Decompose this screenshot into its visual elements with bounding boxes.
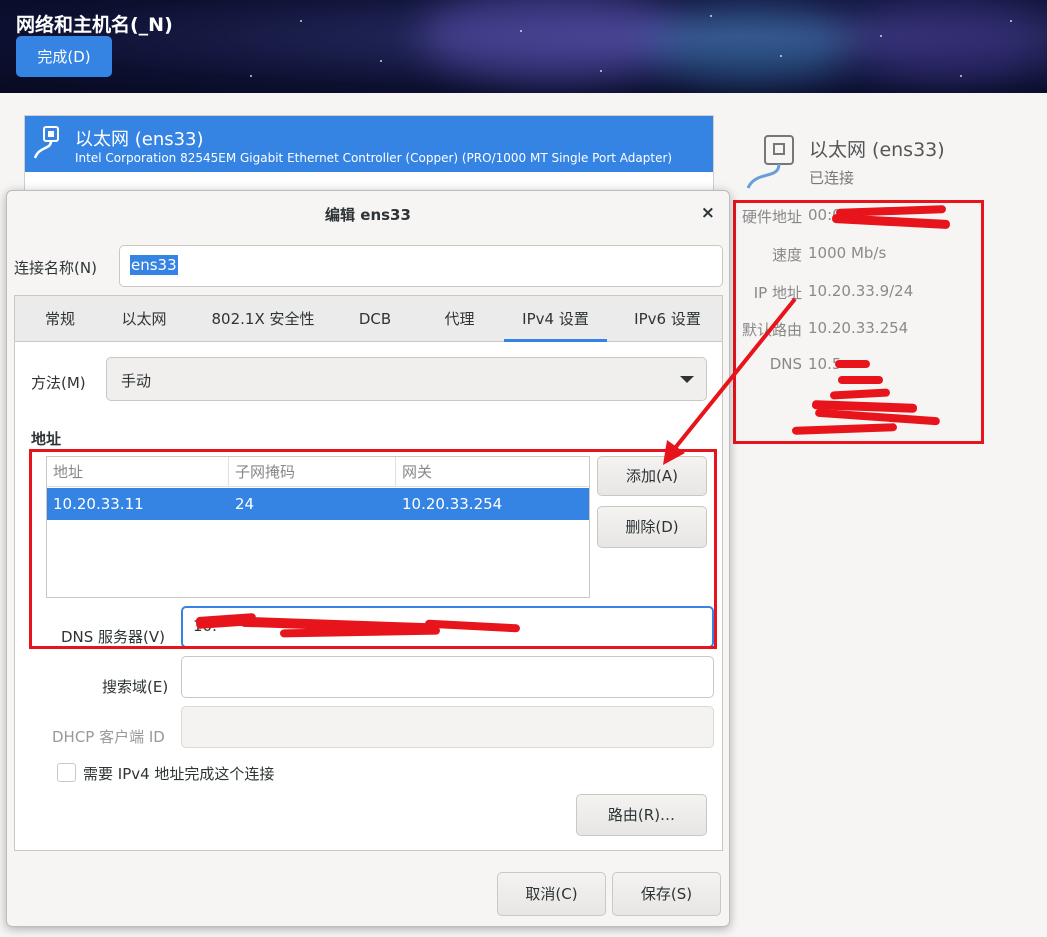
page-title: 网络和主机名(_N) bbox=[16, 14, 173, 36]
method-select[interactable]: 手动 bbox=[106, 357, 707, 401]
tab-ipv4-settings[interactable]: IPv4 设置 bbox=[504, 296, 607, 342]
tab-ethernet[interactable]: 以太网 bbox=[109, 296, 179, 342]
annotation-box-dialog bbox=[29, 449, 717, 649]
header-glow bbox=[860, 0, 1040, 80]
star bbox=[880, 35, 882, 37]
search-domain-label: 搜索域(E) bbox=[102, 678, 169, 696]
save-button[interactable]: 保存(S) bbox=[612, 872, 721, 916]
method-label: 方法(M) bbox=[31, 374, 86, 392]
tab-bar: 常规 以太网 802.1X 安全性 DCB 代理 IPv4 设置 IPv6 设置 bbox=[15, 296, 722, 342]
annotation-arrow bbox=[663, 297, 797, 465]
connection-name-label: 连接名称(N) bbox=[14, 259, 97, 277]
header-bar: 网络和主机名(_N) 完成(D) bbox=[0, 0, 1047, 93]
star bbox=[600, 70, 602, 72]
star bbox=[780, 55, 782, 57]
require-ipv4-label[interactable]: 需要 IPv4 地址完成这个连接 bbox=[83, 763, 274, 784]
connection-name-input[interactable]: ens33 bbox=[119, 245, 723, 287]
dialog-title: 编辑 ens33 bbox=[325, 206, 411, 224]
connection-list: 以太网 (ens33) Intel Corporation 82545EM Gi… bbox=[24, 115, 714, 195]
star bbox=[960, 75, 962, 77]
tab-8021x-security[interactable]: 802.1X 安全性 bbox=[199, 296, 327, 342]
ethernet-icon bbox=[33, 126, 59, 159]
header-glow bbox=[420, 0, 680, 80]
connection-description: Intel Corporation 82545EM Gigabit Ethern… bbox=[75, 151, 673, 165]
details-status: 已连接 bbox=[809, 169, 855, 187]
redaction-scribble bbox=[835, 360, 870, 368]
header-glow bbox=[650, 10, 850, 80]
star bbox=[300, 20, 302, 22]
tab-proxy[interactable]: 代理 bbox=[427, 296, 492, 342]
star bbox=[1010, 20, 1012, 22]
cancel-button[interactable]: 取消(C) bbox=[497, 872, 606, 916]
star bbox=[520, 30, 522, 32]
routes-button[interactable]: 路由(R)… bbox=[576, 794, 707, 836]
ethernet-icon bbox=[746, 135, 794, 189]
star bbox=[380, 60, 382, 62]
require-ipv4-checkbox[interactable] bbox=[57, 763, 76, 782]
done-button[interactable]: 完成(D) bbox=[16, 36, 112, 77]
details-name: 以太网 (ens33) bbox=[809, 139, 945, 161]
tab-dcb[interactable]: DCB bbox=[345, 296, 405, 342]
tab-general[interactable]: 常规 bbox=[29, 296, 91, 342]
close-icon[interactable]: × bbox=[701, 203, 715, 223]
redaction-scribble bbox=[838, 376, 883, 384]
star bbox=[710, 15, 712, 17]
connection-name: 以太网 (ens33) bbox=[75, 129, 204, 150]
search-domain-input[interactable] bbox=[181, 656, 714, 698]
dhcp-client-id-input[interactable] bbox=[181, 706, 714, 748]
connection-name-value: ens33 bbox=[130, 255, 178, 275]
connection-item-ens33[interactable]: 以太网 (ens33) Intel Corporation 82545EM Gi… bbox=[25, 116, 713, 172]
star bbox=[250, 75, 252, 77]
dhcp-client-id-label: DHCP 客户端 ID bbox=[52, 728, 165, 746]
address-section-title: 地址 bbox=[31, 430, 62, 448]
method-value: 手动 bbox=[121, 372, 152, 390]
